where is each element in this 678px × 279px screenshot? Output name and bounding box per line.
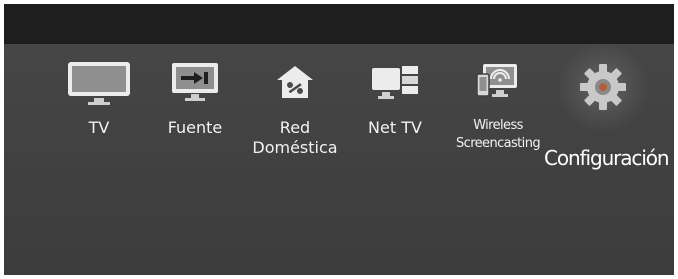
menu-item-fuente[interactable]: Fuente (160, 44, 230, 164)
menu-item-red-domestica[interactable]: Red Doméstica (240, 44, 350, 174)
menu-label-fuente: Fuente (167, 118, 223, 137)
gear-icon (580, 64, 626, 110)
home-network-icon (277, 66, 313, 98)
menu-item-net-tv[interactable]: Net TV (360, 44, 430, 164)
menu-label-wireless-line1: Wireless (473, 118, 523, 133)
tv-home-menu: TV Fuente Red Doméstica Net TV Wireless … (4, 4, 674, 275)
menu-label-wireless-line2: Screencasting (456, 136, 541, 151)
menu-label-net-tv: Net TV (368, 118, 422, 137)
menu-label-red-line1: Red (279, 118, 311, 137)
menu-label-red-line2: Doméstica (252, 138, 338, 157)
menu-item-configuracion[interactable]: Configuración (544, 42, 670, 184)
menu-row: TV Fuente Red Doméstica Net TV Wireless … (4, 42, 674, 275)
wireless-screencasting-icon (476, 64, 517, 97)
source-icon (172, 63, 218, 101)
top-bar (4, 4, 674, 44)
net-tv-icon (372, 66, 418, 99)
menu-item-tv[interactable]: TV (64, 44, 134, 164)
menu-label-configuracion: Configuración (544, 146, 670, 170)
menu-item-wireless-screencasting[interactable]: Wireless Screencasting (450, 44, 546, 174)
tv-icon (68, 62, 130, 105)
menu-label-tv: TV (88, 118, 110, 137)
